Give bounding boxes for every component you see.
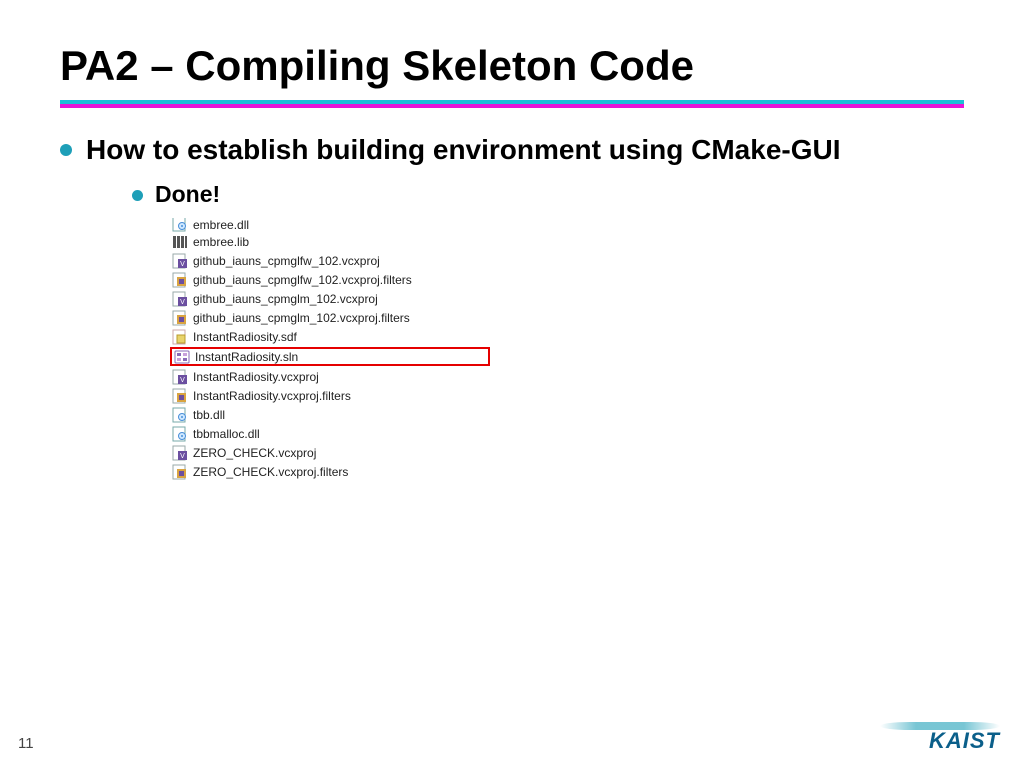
file-row: github_iauns_cpmglfw_102.vcxproj.filters bbox=[170, 270, 490, 289]
filters-file-icon bbox=[172, 388, 188, 404]
file-name: InstantRadiosity.sln bbox=[195, 350, 298, 364]
svg-text:V: V bbox=[180, 299, 185, 306]
svg-text:V: V bbox=[180, 377, 185, 384]
vcxproj-file-icon: V bbox=[172, 445, 188, 461]
bullet-dot-icon bbox=[60, 144, 72, 156]
bullet-level1-text: How to establish building environment us… bbox=[86, 132, 841, 167]
lib-file-icon bbox=[172, 234, 188, 250]
file-row: embree.lib bbox=[170, 232, 490, 251]
file-name: github_iauns_cpmglfw_102.vcxproj.filters bbox=[193, 273, 412, 287]
logo-swoosh-icon bbox=[880, 722, 1000, 730]
file-name: InstantRadiosity.sdf bbox=[193, 330, 297, 344]
title-divider bbox=[60, 100, 964, 108]
file-name: github_iauns_cpmglfw_102.vcxproj bbox=[193, 254, 380, 268]
bullet-level2: Done! bbox=[132, 181, 964, 208]
dll-file-icon bbox=[172, 218, 188, 232]
file-row: Vgithub_iauns_cpmglfw_102.vcxproj bbox=[170, 251, 490, 270]
logo-text: KAIST bbox=[880, 728, 1000, 754]
file-row: InstantRadiosity.vcxproj.filters bbox=[170, 386, 490, 405]
page-number: 11 bbox=[18, 735, 34, 752]
file-row: InstantRadiosity.sdf bbox=[170, 327, 490, 346]
file-row: Vgithub_iauns_cpmglm_102.vcxproj bbox=[170, 289, 490, 308]
sdf-file-icon bbox=[172, 329, 188, 345]
dll-file-icon bbox=[172, 426, 188, 442]
file-name: InstantRadiosity.vcxproj bbox=[193, 370, 319, 384]
file-row: V InstantRadiosity.vcxproj bbox=[170, 367, 490, 386]
filters-file-icon bbox=[172, 464, 188, 480]
bullet-level1: How to establish building environment us… bbox=[60, 132, 964, 167]
file-row: embree.dll bbox=[170, 218, 490, 232]
file-name: embree.lib bbox=[193, 235, 249, 249]
file-name: embree.dll bbox=[193, 218, 249, 232]
file-name: InstantRadiosity.vcxproj.filters bbox=[193, 389, 351, 403]
file-row: V ZERO_CHECK.vcxproj bbox=[170, 443, 490, 462]
file-name: ZERO_CHECK.vcxproj.filters bbox=[193, 465, 348, 479]
file-name: ZERO_CHECK.vcxproj bbox=[193, 446, 316, 460]
svg-text:V: V bbox=[180, 453, 185, 460]
file-name: github_iauns_cpmglm_102.vcxproj.filters bbox=[193, 311, 410, 325]
file-row: tbbmalloc.dll bbox=[170, 424, 490, 443]
file-row: github_iauns_cpmglm_102.vcxproj.filters bbox=[170, 308, 490, 327]
vcxproj-file-icon: V bbox=[172, 291, 188, 307]
file-row-highlighted: InstantRadiosity.sln bbox=[170, 347, 490, 366]
svg-text:V: V bbox=[180, 261, 185, 268]
kaist-logo: KAIST bbox=[880, 722, 1000, 754]
sln-file-icon bbox=[174, 349, 190, 365]
file-name: github_iauns_cpmglm_102.vcxproj bbox=[193, 292, 378, 306]
vcxproj-file-icon: V bbox=[172, 253, 188, 269]
vcxproj-file-icon: V bbox=[172, 369, 188, 385]
file-row: ZERO_CHECK.vcxproj.filters bbox=[170, 462, 490, 481]
filters-file-icon bbox=[172, 310, 188, 326]
file-name: tbb.dll bbox=[193, 408, 225, 422]
file-list: embree.dll embree.lib Vgithub_iauns_cpmglf… bbox=[170, 218, 490, 481]
bullet-level2-text: Done! bbox=[155, 181, 220, 208]
bullet-dot-icon bbox=[132, 190, 143, 201]
dll-file-icon bbox=[172, 407, 188, 423]
file-row: tbb.dll bbox=[170, 405, 490, 424]
file-name: tbbmalloc.dll bbox=[193, 427, 260, 441]
slide-title: PA2 – Compiling Skeleton Code bbox=[60, 42, 964, 90]
filters-file-icon bbox=[172, 272, 188, 288]
